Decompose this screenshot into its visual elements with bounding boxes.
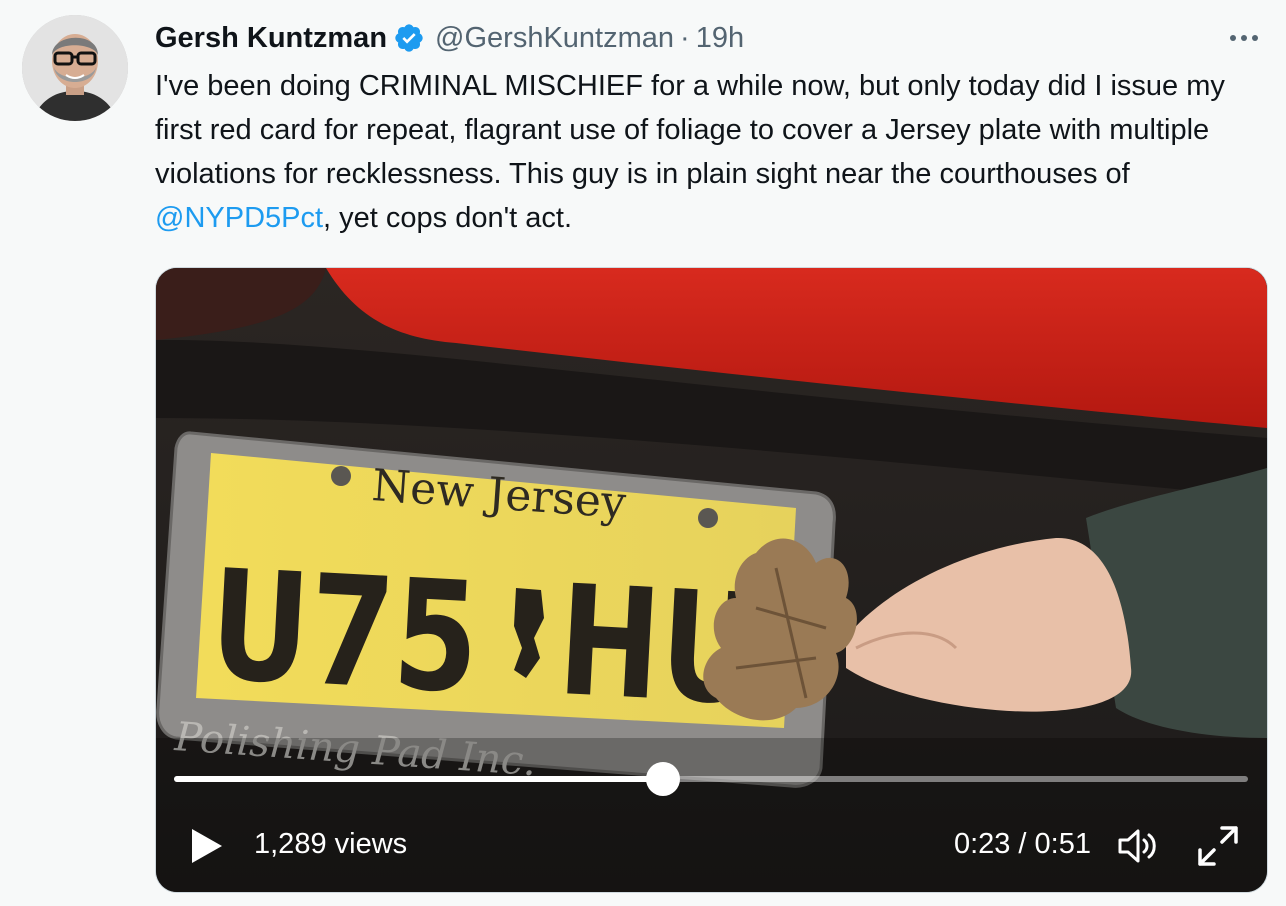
avatar-image (22, 15, 128, 121)
more-horizontal-icon[interactable] (1222, 18, 1266, 58)
video-progress-thumb[interactable] (645, 762, 680, 796)
video-timecode: 0:23 / 0:51 (953, 828, 1091, 860)
video-controls: 1,289 views 0:23 / 0:51 (156, 816, 1267, 876)
video-player[interactable]: New Jersey U75 HU Polishing Pad Inc. 1,2… (155, 267, 1268, 893)
tweet-timestamp[interactable]: 19h (696, 22, 744, 55)
author-display-name[interactable]: Gersh Kuntzman (155, 22, 387, 55)
plate-left-chars: U75 (206, 537, 483, 727)
volume-icon[interactable] (1116, 826, 1160, 866)
video-frame: New Jersey U75 HU Polishing Pad Inc. (156, 268, 1267, 892)
play-icon[interactable] (186, 826, 226, 866)
verified-badge-icon (393, 22, 425, 54)
tweet-text: I've been doing CRIMINAL MISCHIEF for a … (155, 64, 1270, 240)
tweet[interactable]: Gersh Kuntzman @GershKuntzman · 19h I've… (0, 0, 1286, 906)
tweet-text-part2: , yet cops don't act. (323, 202, 572, 234)
mention-link[interactable]: @NYPD5Pct (155, 202, 323, 234)
header-separator: · (680, 21, 690, 54)
video-progress-bar[interactable] (174, 762, 1248, 796)
view-count: 1,289 views (254, 828, 408, 860)
fullscreen-icon[interactable] (1196, 824, 1240, 868)
avatar[interactable] (22, 15, 128, 121)
author-handle[interactable]: @GershKuntzman (435, 22, 674, 55)
video-progress-fill (174, 776, 663, 782)
tweet-header: Gersh Kuntzman @GershKuntzman · 19h (155, 18, 744, 58)
tweet-text-part1: I've been doing CRIMINAL MISCHIEF for a … (155, 70, 1225, 190)
